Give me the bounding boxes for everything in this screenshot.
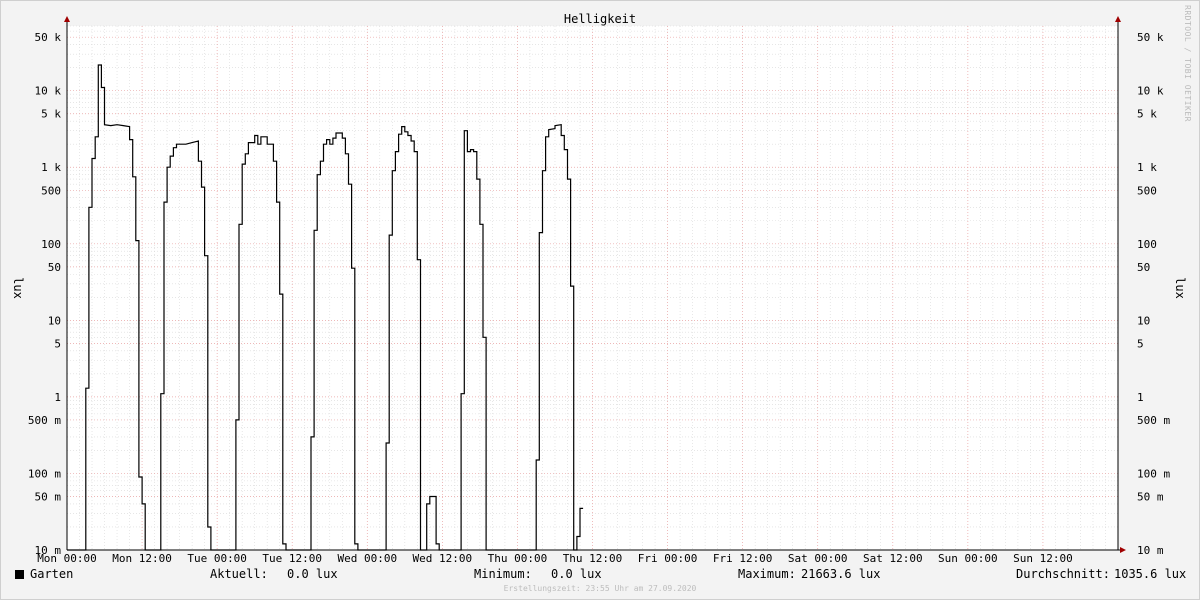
stat-maximum-label: Maximum: xyxy=(738,567,796,581)
y-tick-label-left: 5 k xyxy=(41,108,61,121)
x-tick-label: Thu 00:00 xyxy=(488,552,548,565)
y-tick-label-left: 100 xyxy=(41,238,61,251)
y-tick-label-right: 500 m xyxy=(1137,414,1170,427)
x-tick-label: Tue 12:00 xyxy=(262,552,322,565)
y-tick-label-right: 500 xyxy=(1137,184,1157,197)
y-tick-label-left: 500 m xyxy=(28,414,61,427)
y-tick-label-right: 100 m xyxy=(1137,467,1170,480)
y-tick-label-left: 10 k xyxy=(35,85,62,98)
y-tick-label-left: 50 k xyxy=(35,31,62,44)
legend-label-garten: Garten xyxy=(30,567,74,581)
x-tick-label: Sun 00:00 xyxy=(938,552,998,565)
stat-maximum-value: 21663.6 lux xyxy=(801,567,881,581)
y-tick-label-right: 1 k xyxy=(1137,161,1157,174)
x-tick-label: Sat 12:00 xyxy=(863,552,923,565)
y-tick-label-left: 50 xyxy=(48,261,61,274)
y-tick-label-right: 5 k xyxy=(1137,108,1157,121)
x-tick-label: Fri 12:00 xyxy=(713,552,773,565)
chart-title: Helligkeit xyxy=(564,12,636,26)
y-axis-label-right: lux xyxy=(1173,277,1187,299)
stat-minimum-value: 0.0 lux xyxy=(551,567,602,581)
x-tick-label: Sat 00:00 xyxy=(788,552,848,565)
y-tick-label-left: 1 xyxy=(54,391,61,404)
y-tick-label-left: 10 xyxy=(48,314,61,327)
x-tick-label: Mon 12:00 xyxy=(112,552,172,565)
y-tick-label-left: 500 xyxy=(41,184,61,197)
legend-swatch-garten xyxy=(15,570,24,579)
x-tick-label: Wed 12:00 xyxy=(413,552,473,565)
rrdtool-credit: RRDTOOL / TOBI OETIKER xyxy=(1183,5,1192,122)
y-tick-label-left: 1 k xyxy=(41,161,61,174)
y-tick-label-left: 5 xyxy=(54,337,61,350)
x-tick-label: Tue 00:00 xyxy=(187,552,247,565)
brightness-chart: Helligkeit lux lux 50 k 50 k 10 k 10 k 5 k 5 … xyxy=(11,12,1187,565)
y-tick-label-right: 1 xyxy=(1137,391,1144,404)
y-tick-label-right: 100 xyxy=(1137,238,1157,251)
x-tick-label: Sun 12:00 xyxy=(1013,552,1073,565)
y-tick-label-right: 10 xyxy=(1137,314,1150,327)
y-tick-label-left: 50 m xyxy=(35,490,62,503)
y-axis-arrow-left xyxy=(64,16,70,22)
y-tick-label-left: 100 m xyxy=(28,467,61,480)
stat-aktuell-label: Aktuell: xyxy=(210,567,268,581)
x-tick-label: Mon 00:00 xyxy=(37,552,97,565)
y-tick-label-right: 50 xyxy=(1137,261,1150,274)
y-tick-label-right: 10 m xyxy=(1137,544,1164,557)
y-tick-label-right: 5 xyxy=(1137,337,1144,350)
stat-durchschnitt-value: 1035.6 lux xyxy=(1114,567,1187,581)
y-axis-label-left: lux xyxy=(11,277,25,299)
x-tick-label: Wed 00:00 xyxy=(337,552,397,565)
y-tick-label-right: 50 m xyxy=(1137,490,1164,503)
y-tick-label-right: 50 k xyxy=(1137,31,1164,44)
x-tick-label: Fri 00:00 xyxy=(638,552,698,565)
y-tick-label-right: 10 k xyxy=(1137,85,1164,98)
creation-timestamp: Erstellungszeit: 23:55 Uhr am 27.09.2020 xyxy=(503,584,697,593)
x-axis-arrow xyxy=(1120,547,1126,553)
x-tick-label: Thu 12:00 xyxy=(563,552,623,565)
y-axis-arrow-right xyxy=(1115,16,1121,22)
stat-durchschnitt-label: Durchschnitt: xyxy=(1016,567,1110,581)
stat-aktuell-value: 0.0 lux xyxy=(287,567,338,581)
stat-minimum-label: Minimum: xyxy=(474,567,532,581)
